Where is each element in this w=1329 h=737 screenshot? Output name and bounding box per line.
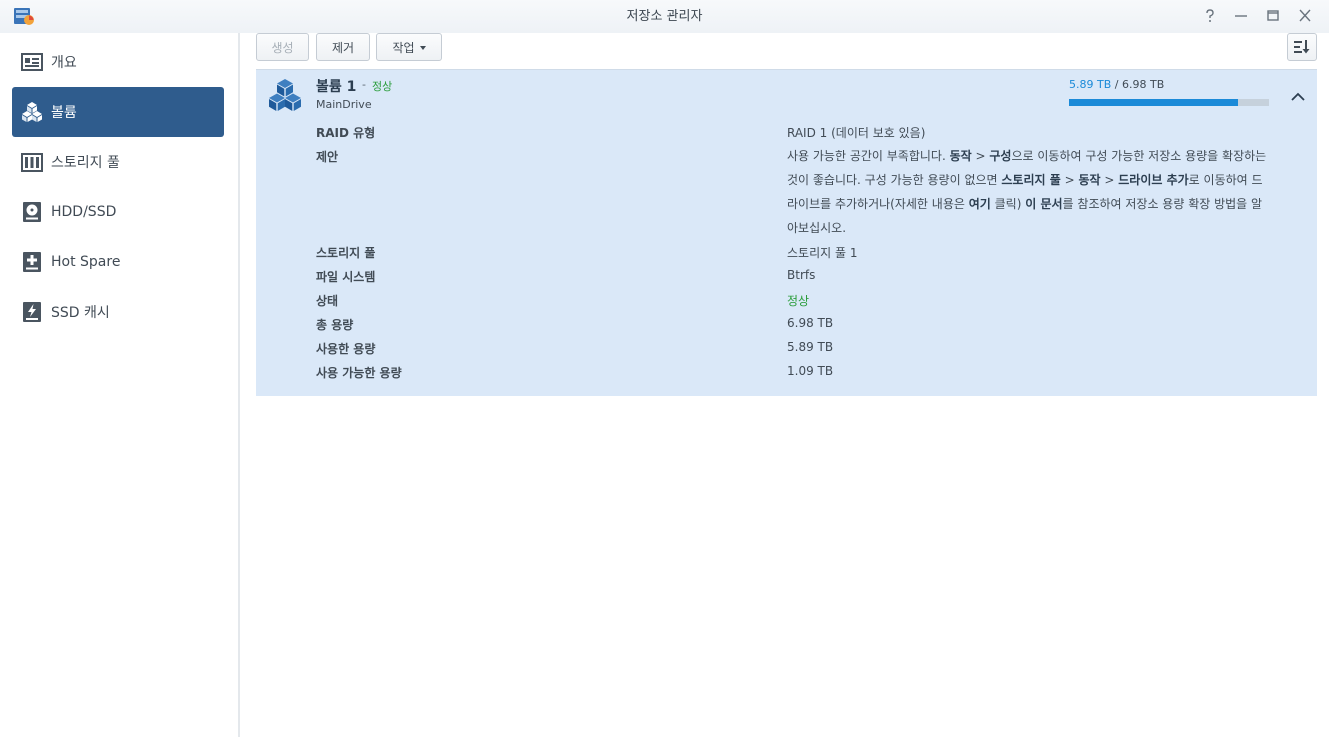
storage-pool-label: 스토리지 풀 [316,246,376,260]
used-capacity-value: 5.89 TB [787,340,834,354]
total-capacity-label: 총 용량 [316,318,354,332]
add-drive-link: 드라이브 추가 [1118,173,1189,187]
configure-menu-link: 구성 [989,149,1012,163]
suggestion-text-part: > [971,149,990,163]
storage-pool-link: 스토리지 풀 [1001,173,1061,187]
total-capacity: 6.98 TB [1121,78,1165,91]
status-value: 정상 [787,294,810,308]
overview-icon [21,53,43,71]
here-link[interactable]: 여기 [969,197,991,211]
volume-icon [22,102,42,122]
hdd-icon [23,202,41,222]
sidebar-item-volume[interactable]: 볼륨 [12,87,224,137]
sidebar-item-label: Hot Spare [51,254,121,270]
volume-name: 볼륨 1 [316,79,357,95]
file-system-value: Btrfs [787,268,816,282]
usage-separator: / [1114,78,1119,91]
sort-button[interactable] [1287,33,1317,61]
storage-pool-value: 스토리지 풀 1 [787,246,858,260]
sidebar-item-label: 스토리지 풀 [51,155,120,171]
suggestion-text-part: > [1060,173,1079,187]
available-capacity-label: 사용 가능한 용량 [316,366,402,380]
volume-name-separator: - [362,78,366,91]
volume-status: 정상 [372,80,393,93]
sidebar-item-overview[interactable]: 개요 [12,37,224,87]
sidebar-divider [238,33,240,737]
create-button[interactable]: 생성 [256,33,309,61]
file-system-label: 파일 시스템 [316,270,376,284]
action-dropdown-button[interactable]: 작업 [376,33,442,61]
maximize-icon[interactable] [1263,7,1283,25]
volume-description: MainDrive [316,98,372,111]
remove-button[interactable]: 제거 [316,33,370,61]
volume-panel[interactable]: 볼륨 1 - 정상 MainDrive 5.89 TB / 6.98 TB RA… [256,69,1317,396]
sort-icon [1294,40,1310,54]
sidebar-item-hdd-ssd[interactable]: HDD/SSD [12,187,224,237]
suggestion-text-part: 사용 가능한 공간이 부족합니다. [787,149,950,163]
caret-down-icon [419,46,426,50]
suggestion-text-part: 클릭) [990,197,1026,211]
sidebar-item-ssd-cache[interactable]: SSD 캐시 [12,287,224,337]
total-capacity-value: 6.98 TB [787,316,834,330]
volume-cubes-icon [269,79,301,111]
sidebar-item-storage-pool[interactable]: 스토리지 풀 [12,137,224,187]
status-label: 상태 [316,294,339,308]
action-menu-link: 동작 [949,149,972,163]
title-bar: 저장소 관리자 [0,0,1329,33]
used-capacity-label: 사용한 용량 [316,342,376,356]
hot-spare-icon [23,252,41,272]
chevron-up-icon[interactable] [1289,88,1307,106]
available-capacity-value: 1.09 TB [787,364,834,378]
usage-bar-fill [1069,99,1238,106]
storage-pool-icon [21,153,43,172]
close-icon[interactable] [1295,7,1315,25]
sidebar-item-label: 볼륨 [51,105,77,121]
sidebar-item-hot-spare[interactable]: Hot Spare [12,237,224,287]
sidebar-item-label: 개요 [51,55,77,71]
raid-type-value: RAID 1 (데이터 보호 있음) [787,126,926,140]
sidebar-item-label: HDD/SSD [51,204,117,220]
this-document-link[interactable]: 이 문서 [1025,197,1062,211]
sidebar-item-label: SSD 캐시 [51,305,110,321]
window-title: 저장소 관리자 [626,9,703,24]
usage-text: 5.89 TB / 6.98 TB [1069,78,1164,91]
action-button-label: 작업 [392,40,415,55]
action-menu-link: 동작 [1078,173,1101,187]
minimize-icon[interactable] [1231,7,1251,25]
suggestion-text: 사용 가능한 공간이 부족합니다. 동작 > 구성으로 이동하여 구성 가능한 … [787,144,1267,240]
usage-bar [1069,99,1269,106]
raid-type-label: RAID 유형 [316,126,376,140]
ssd-cache-icon [23,302,41,322]
suggestion-label: 제안 [316,150,339,164]
help-icon[interactable] [1200,7,1220,25]
used-capacity: 5.89 TB [1069,78,1112,91]
suggestion-text-part: > [1100,173,1119,187]
